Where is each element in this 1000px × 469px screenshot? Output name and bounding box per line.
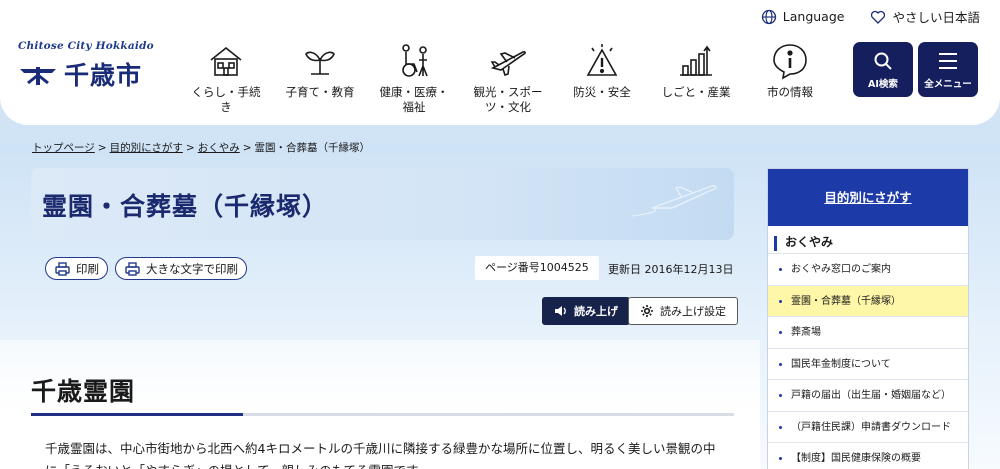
site-logo[interactable]: Chitose City Hokkaido 千歳市 [18, 40, 158, 92]
ai-search-button[interactable]: AI検索 [853, 42, 913, 97]
print-label: 印刷 [76, 263, 99, 276]
warning-icon [586, 44, 618, 76]
logo-name: 千歳市 [64, 61, 143, 90]
breadcrumb-home[interactable]: トップページ [32, 142, 95, 154]
side-nav: 目的別にさがす おくやみ おくやみ窓口のご案内 霊園・合葬墓（千縁塚） 葬斎場 … [767, 168, 969, 469]
breadcrumb-current: 霊園・合葬墓（千縁塚） [254, 142, 371, 154]
nav-label: 防災・安全 [573, 85, 631, 99]
page-title: 霊園・合葬墓（千縁塚） [42, 192, 329, 221]
search-icon [874, 52, 892, 70]
section-heading-underline [31, 413, 734, 416]
side-nav-item-family-register[interactable]: 戸籍の届出（出生届・婚姻届など） [768, 380, 968, 412]
read-settings-label: 読み上げ設定 [660, 306, 726, 318]
nav-item-business[interactable]: しごと・産業 [656, 42, 736, 115]
easy-japanese-link[interactable]: やさしい日本語 [870, 7, 980, 26]
info-icon [773, 44, 807, 80]
nav-label: 市の情報 [767, 85, 813, 99]
all-menu-button[interactable]: 全メニュー [918, 42, 978, 97]
nav-label: 子育て・教育 [285, 85, 355, 99]
airplane-icon [490, 50, 526, 77]
side-nav-item-pension[interactable]: 国民年金制度について [768, 349, 968, 380]
side-nav-item-health-insurance[interactable]: 【制度】国民健康保険の概要 [768, 443, 968, 469]
large-print-label: 大きな文字で印刷 [146, 263, 238, 276]
nav-label: しごと・産業 [661, 85, 731, 99]
wheelchair-icon [402, 44, 428, 77]
side-nav-item-funeral-hall[interactable]: 葬斎場 [768, 317, 968, 349]
heart-icon [871, 10, 886, 24]
utility-links: Language やさしい日本語 [761, 7, 980, 26]
bar-chart-icon [680, 45, 712, 76]
nav-item-living[interactable]: くらし・手続き [186, 42, 266, 115]
hamburger-icon [939, 53, 957, 69]
section-body-text: 千歳霊園は、中心市街地から北西へ約4キロメートルの千歳川に隣接する緑豊かな場所に… [45, 441, 716, 469]
page-number: ページ番号1004525 [475, 256, 599, 280]
updated-date: 更新日 2016年12月13日 [608, 263, 734, 276]
print-button[interactable]: 印刷 [45, 257, 108, 280]
side-nav-item-forms-download[interactable]: （戸籍住民課）申請書ダウンロード [768, 412, 968, 443]
language-link[interactable]: Language [761, 7, 845, 26]
breadcrumb-okuyami[interactable]: おくやみ [198, 142, 240, 154]
ai-search-label: AI検索 [868, 79, 898, 90]
airplane-decoration-icon [632, 185, 717, 217]
house-icon [210, 46, 242, 76]
speaker-icon [555, 306, 566, 316]
printer-icon [55, 261, 70, 276]
side-nav-subheading: おくやみ [768, 226, 968, 254]
easy-japanese-label: やさしい日本語 [892, 10, 980, 25]
read-aloud-button[interactable]: 読み上げ [542, 297, 630, 325]
city-emblem-icon [20, 67, 56, 85]
breadcrumb: トップページ > 目的別にさがす > おくやみ > 霊園・合葬墓（千縁塚） [32, 142, 371, 154]
nav-label: 健康・医療・福祉 [379, 85, 449, 114]
globe-icon [761, 9, 776, 24]
large-print-button[interactable]: 大きな文字で印刷 [115, 257, 247, 280]
nav-label: 観光・スポーツ・文化 [473, 85, 543, 114]
side-nav-heading[interactable]: 目的別にさがす [768, 169, 968, 226]
site-header: Language やさしい日本語 Chitose City Hokkaido 千… [0, 0, 1000, 125]
page-title-box: 霊園・合葬墓（千縁塚） [31, 168, 734, 240]
nav-item-health[interactable]: 健康・医療・福祉 [374, 42, 454, 115]
nav-label: くらし・手続き [191, 85, 261, 114]
nav-item-safety[interactable]: 防災・安全 [562, 42, 642, 115]
gear-icon [641, 305, 653, 317]
printer-icon [125, 261, 140, 276]
side-nav-item-cemetery[interactable]: 霊園・合葬墓（千縁塚） [768, 285, 968, 317]
side-nav-item-okuyami-window[interactable]: おくやみ窓口のご案内 [768, 254, 968, 286]
breadcrumb-purpose[interactable]: 目的別にさがす [110, 142, 183, 154]
nav-item-city-info[interactable]: 市の情報 [750, 42, 830, 115]
sprout-icon [305, 51, 335, 75]
nav-item-childcare[interactable]: 子育て・教育 [280, 42, 360, 115]
read-settings-button[interactable]: 読み上げ設定 [628, 297, 738, 325]
read-aloud-label: 読み上げ [574, 306, 618, 318]
logo-tagline: Chitose City Hokkaido [18, 40, 154, 52]
all-menu-label: 全メニュー [924, 79, 972, 90]
section-heading: 千歳霊園 [31, 377, 136, 406]
language-label: Language [782, 9, 845, 24]
global-nav: くらし・手続き 子育て・教育 健康・医療・福祉 観光・スポーツ・文化 防災・安全… [186, 42, 830, 115]
nav-item-tourism[interactable]: 観光・スポーツ・文化 [468, 42, 548, 115]
